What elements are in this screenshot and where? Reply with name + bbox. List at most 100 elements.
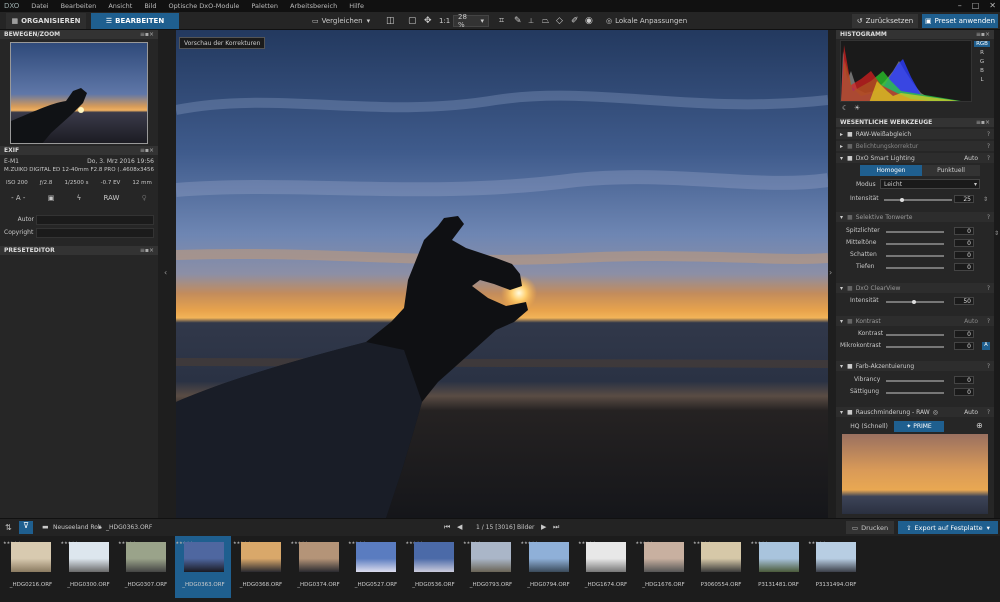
- rating-stars[interactable]: ★★★★★: [521, 540, 539, 546]
- navigator-thumbnail[interactable]: [10, 42, 148, 144]
- menu-optics[interactable]: Optische DxO-Module: [163, 2, 246, 10]
- blacks-slider[interactable]: [886, 267, 944, 269]
- shadows-slider[interactable]: [886, 255, 944, 257]
- channel-r[interactable]: R: [974, 50, 990, 56]
- rating-stars[interactable]: ★★★★★: [118, 540, 136, 546]
- section-noise-reduction[interactable]: ▾ ■ Rauschminderung - RAW ◎ Auto?: [836, 407, 994, 417]
- filmstrip-thumbnail[interactable]: ★★★★★ P3131494.ORF: [807, 536, 863, 594]
- zoom-select[interactable]: 28 % ▾: [453, 13, 489, 29]
- last-image-icon[interactable]: ⏭: [553, 523, 559, 532]
- panel-menu-icon[interactable]: ≡▪×: [140, 247, 154, 254]
- rating-stars[interactable]: ★★★★★: [233, 540, 251, 546]
- help-icon[interactable]: ?: [987, 409, 990, 416]
- tab-edit[interactable]: ☰ BEARBEITEN: [91, 13, 179, 29]
- eye-icon[interactable]: ◎: [933, 409, 938, 416]
- copyright-field[interactable]: [36, 228, 154, 238]
- menu-view[interactable]: Ansicht: [102, 2, 138, 10]
- filmstrip-thumbnail[interactable]: ★★★★★ _HDG0307.ORF: [117, 536, 173, 594]
- help-icon[interactable]: ?: [987, 318, 990, 325]
- auto-button[interactable]: Auto: [964, 155, 978, 162]
- scroll-arrows-icon[interactable]: ⇕: [994, 230, 999, 237]
- contrast-input[interactable]: 0: [954, 330, 974, 338]
- blacks-input[interactable]: 0: [954, 263, 974, 271]
- section-white-balance[interactable]: ▸ ■ RAW-Weißabgleich?: [836, 129, 994, 139]
- rating-stars[interactable]: ★★★★★: [751, 540, 769, 546]
- toggle-icon[interactable]: ■: [847, 409, 853, 416]
- filmstrip-thumbnail[interactable]: ★★★★★ P3060554.ORF: [692, 536, 748, 594]
- hq-fast-button[interactable]: HQ (Schnell): [844, 421, 894, 432]
- intensity-input[interactable]: 25: [954, 195, 974, 203]
- toggle-icon[interactable]: ■: [847, 131, 853, 138]
- zoom-1to1-button[interactable]: 1:1: [439, 14, 450, 28]
- vibrancy-input[interactable]: 0: [954, 376, 974, 384]
- export-button[interactable]: ⇪ Export auf Festplatte ▾: [898, 521, 998, 534]
- menu-palettes[interactable]: Paletten: [245, 2, 284, 10]
- toggle-icon[interactable]: ■: [847, 155, 853, 162]
- midtones-input[interactable]: 0: [954, 239, 974, 247]
- menu-edit[interactable]: Bearbeiten: [55, 2, 103, 10]
- maximize-icon[interactable]: □: [972, 0, 980, 12]
- channel-rgb[interactable]: RGB: [974, 41, 990, 47]
- filmstrip-thumbnail[interactable]: ★★★★★ _HDG0794.ORF: [520, 536, 576, 594]
- filmstrip-thumbnail[interactable]: ★★★★★ _HDG1676.ORF: [635, 536, 691, 594]
- toggle-icon[interactable]: ■: [847, 363, 853, 370]
- filmstrip-thumbnail[interactable]: ★★★★★ _HDG0363.ORF: [174, 536, 231, 598]
- highlight-clipping-icon[interactable]: ☀: [854, 104, 860, 112]
- homogen-button[interactable]: Homogen: [860, 165, 922, 176]
- prime-button[interactable]: ✦ PRIME: [894, 421, 944, 432]
- contrast-auto-button[interactable]: Auto: [964, 318, 978, 325]
- first-image-icon[interactable]: ⏮: [444, 523, 450, 532]
- filmstrip-thumbnail[interactable]: ★★★★★ _HDG0368.ORF: [232, 536, 288, 594]
- rating-stars[interactable]: ★★★★★: [693, 540, 711, 546]
- toggle-icon[interactable]: ■: [847, 318, 853, 325]
- filmstrip-thumbnail[interactable]: ★★★★★ _HDG0536.ORF: [405, 536, 461, 594]
- section-contrast[interactable]: ▾ ■ Kontrast Auto?: [836, 316, 994, 326]
- horizon-icon[interactable]: ⊥: [528, 14, 534, 28]
- rating-stars[interactable]: ★★★★★: [578, 540, 596, 546]
- stepper-icon[interactable]: ⇕: [983, 196, 988, 203]
- intensity-slider-knob[interactable]: [900, 198, 904, 202]
- help-icon[interactable]: ?: [987, 131, 990, 138]
- sort-icon[interactable]: ⇅: [5, 523, 12, 532]
- mode-select[interactable]: Leicht ▾: [880, 179, 980, 189]
- split-view-icon[interactable]: ◫: [386, 14, 395, 28]
- help-icon[interactable]: ?: [987, 214, 990, 221]
- main-image-viewer[interactable]: [176, 30, 828, 518]
- print-button[interactable]: ▭ Drucken: [846, 521, 894, 534]
- fit-screen-icon[interactable]: ▢: [408, 14, 417, 28]
- local-adjustments-button[interactable]: ◎ Lokale Anpassungen: [606, 14, 687, 28]
- noise-auto-button[interactable]: Auto: [964, 409, 978, 416]
- apply-preset-button[interactable]: ▣ Preset anwenden: [922, 14, 998, 28]
- clearview-input[interactable]: 50: [954, 297, 974, 305]
- panel-menu-icon[interactable]: ≡▪×: [976, 31, 990, 38]
- saturation-slider[interactable]: [886, 392, 944, 394]
- previous-image-icon[interactable]: ◀: [457, 523, 462, 531]
- clearview-slider-knob[interactable]: [912, 300, 916, 304]
- rating-stars[interactable]: ★★★★★: [348, 540, 366, 546]
- close-icon[interactable]: ✕: [989, 0, 996, 12]
- punktuell-button[interactable]: Punktuell: [922, 165, 980, 176]
- filmstrip-thumbnail[interactable]: ★★★★★ _HDG0300.ORF: [60, 536, 116, 594]
- intensity-slider[interactable]: [884, 199, 952, 201]
- highlights-input[interactable]: 0: [954, 227, 974, 235]
- compare-button[interactable]: ▭ Vergleichen ▾: [312, 14, 370, 28]
- right-scrollbar[interactable]: ⇕: [994, 30, 1000, 518]
- menu-file[interactable]: Datei: [25, 2, 54, 10]
- rating-stars[interactable]: ★★★★★: [636, 540, 654, 546]
- minimize-icon[interactable]: –: [958, 0, 962, 12]
- filmstrip-thumbnail[interactable]: ★★★★★ _HDG0793.ORF: [462, 536, 518, 594]
- saturation-input[interactable]: 0: [954, 388, 974, 396]
- rating-stars[interactable]: ★★★★★: [406, 540, 424, 546]
- menu-workspace[interactable]: Arbeitsbereich: [284, 2, 343, 10]
- filmstrip-thumbnail[interactable]: ★★★★★ _HDG0527.ORF: [347, 536, 403, 594]
- repair-icon[interactable]: ✐: [571, 14, 579, 28]
- filmstrip-thumbnail[interactable]: ★★★★★ _HDG0216.ORF: [2, 536, 58, 594]
- noise-preview[interactable]: [842, 434, 988, 514]
- contrast-slider[interactable]: [886, 334, 944, 336]
- shadow-clipping-icon[interactable]: ☾: [842, 104, 848, 112]
- help-icon[interactable]: ?: [987, 285, 990, 292]
- rating-stars[interactable]: ★★★★★: [3, 540, 21, 546]
- help-icon[interactable]: ?: [987, 143, 990, 150]
- eyedropper-icon[interactable]: ✎: [514, 14, 522, 28]
- menu-image[interactable]: Bild: [138, 2, 162, 10]
